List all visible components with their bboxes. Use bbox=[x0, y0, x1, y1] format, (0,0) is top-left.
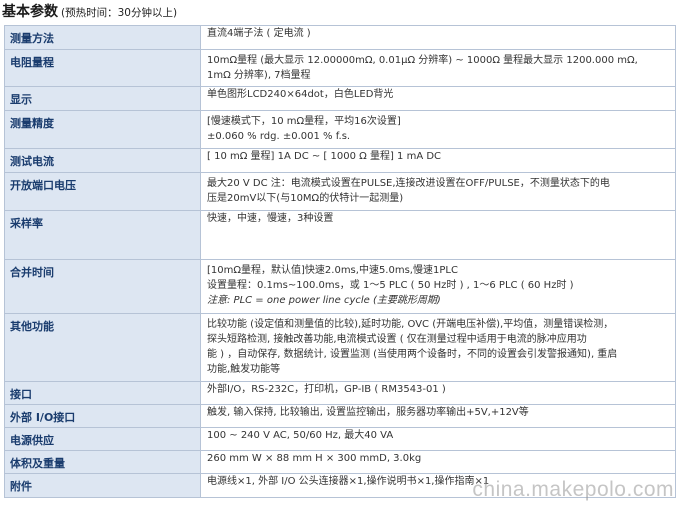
table-row: 测量精度 [慢速模式下，10 mΩ量程，平均16次设置] ±0.060 % rdg… bbox=[4, 110, 676, 149]
section-heading: 基本参数 (预热时间：30分钟以上) bbox=[2, 1, 177, 23]
spec-table: 测量方法 直流4端子法 ( 定电流 ) 电阻量程 10mΩ量程 (最大显示 12… bbox=[4, 25, 676, 498]
table-row: 显示 单色图形LCD240×64dot，白色LED背光 bbox=[4, 86, 676, 111]
section-title: 基本参数 bbox=[2, 4, 58, 20]
row-label: 体积及重量 bbox=[4, 450, 201, 474]
row-value: 触发, 输入保持, 比较输出, 设置监控输出，服务器功率输出+5V,+12V等 bbox=[200, 404, 676, 428]
table-row: 电阻量程 10mΩ量程 (最大显示 12.00000mΩ, 0.01μΩ 分辨率… bbox=[4, 49, 676, 87]
watermark: china.makepolo.com bbox=[472, 478, 674, 501]
table-row: 外部 I/O接口 触发, 输入保持, 比较输出, 设置监控输出，服务器功率输出+… bbox=[4, 404, 676, 428]
value-note: 注意: PLC = one power line cycle (主要跳形周期) bbox=[207, 295, 441, 306]
value-line: [慢速模式下，10 mΩ量程，平均16次设置] bbox=[207, 116, 401, 127]
row-label: 电阻量程 bbox=[4, 49, 201, 87]
value-line: 比较功能 (设定值和测量值的比较),延时功能, OVC (开端电压补偿),平均值… bbox=[207, 319, 614, 330]
value-line: 设置量程：0.1ms~100.0ms，或 1～5 PLC ( 50 Hz时 ) … bbox=[207, 280, 574, 291]
value-line: 功能,触发功能等 bbox=[207, 364, 281, 375]
table-row: 合并时间 [10mΩ量程，默认值]快速2.0ms,中速5.0ms,慢速1PLC 设… bbox=[4, 259, 676, 314]
value-line: 直流4端子法 ( 定电流 ) bbox=[207, 28, 311, 39]
value-line: 10mΩ量程 (最大显示 12.00000mΩ, 0.01μΩ 分辨率) ~ 1… bbox=[207, 55, 638, 66]
row-label: 测量方法 bbox=[4, 25, 201, 50]
row-label: 开放端口电压 bbox=[4, 172, 201, 211]
table-row: 测量方法 直流4端子法 ( 定电流 ) bbox=[4, 25, 676, 50]
row-label: 其他功能 bbox=[4, 313, 201, 382]
table-row: 电源供应 100 ~ 240 V AC, 50/60 Hz, 最大40 VA bbox=[4, 427, 676, 451]
row-label: 测试电流 bbox=[4, 148, 201, 173]
table-row: 接口 外部I/O，RS-232C，打印机，GP-IB ( RM3543-01 ) bbox=[4, 381, 676, 405]
row-value: 最大20 V DC 注：电流模式设置在PULSE,连接改进设置在OFF/PULS… bbox=[200, 172, 676, 211]
row-value: 100 ~ 240 V AC, 50/60 Hz, 最大40 VA bbox=[200, 427, 676, 451]
row-value: [10mΩ量程，默认值]快速2.0ms,中速5.0ms,慢速1PLC 设置量程：0… bbox=[200, 259, 676, 314]
row-value: 260 mm W × 88 mm H × 300 mmD, 3.0kg bbox=[200, 450, 676, 474]
row-value: [慢速模式下，10 mΩ量程，平均16次设置] ±0.060 % rdg. ±0.… bbox=[200, 110, 676, 149]
row-value: 外部I/O，RS-232C，打印机，GP-IB ( RM3543-01 ) bbox=[200, 381, 676, 405]
value-line: 260 mm W × 88 mm H × 300 mmD, 3.0kg bbox=[207, 453, 422, 464]
value-line: 100 ~ 240 V AC, 50/60 Hz, 最大40 VA bbox=[207, 430, 394, 441]
table-row: 采样率 快速，中速，慢速，3种设置 bbox=[4, 210, 676, 260]
value-line: 1mΩ 分辨率), 7档量程 bbox=[207, 70, 311, 81]
value-line: 能 ) ，自动保存, 数据统计, 设置监测 (当使用两个设备时，不同的设置会引发… bbox=[207, 349, 618, 360]
row-value: 单色图形LCD240×64dot，白色LED背光 bbox=[200, 86, 676, 111]
row-value: 快速，中速，慢速，3种设置 bbox=[200, 210, 676, 260]
value-line: 快速，中速，慢速，3种设置 bbox=[207, 213, 334, 224]
value-line: 最大20 V DC 注：电流模式设置在PULSE,连接改进设置在OFF/PULS… bbox=[207, 178, 610, 189]
table-row: 测试电流 [ 10 mΩ 量程] 1A DC ~ [ 1000 Ω 量程] 1 … bbox=[4, 148, 676, 173]
row-label: 显示 bbox=[4, 86, 201, 111]
value-line: [10mΩ量程，默认值]快速2.0ms,中速5.0ms,慢速1PLC bbox=[207, 265, 458, 276]
row-value: 10mΩ量程 (最大显示 12.00000mΩ, 0.01μΩ 分辨率) ~ 1… bbox=[200, 49, 676, 87]
row-label: 外部 I/O接口 bbox=[4, 404, 201, 428]
value-line: 压是20mV以下(与10MΩ的伏特计一起测量) bbox=[207, 193, 404, 204]
row-value: 比较功能 (设定值和测量值的比较),延时功能, OVC (开端电压补偿),平均值… bbox=[200, 313, 676, 382]
value-line: 触发, 输入保持, 比较输出, 设置监控输出，服务器功率输出+5V,+12V等 bbox=[207, 407, 529, 418]
table-row: 开放端口电压 最大20 V DC 注：电流模式设置在PULSE,连接改进设置在O… bbox=[4, 172, 676, 211]
section-subtitle: (预热时间：30分钟以上) bbox=[61, 7, 178, 19]
table-row: 体积及重量 260 mm W × 88 mm H × 300 mmD, 3.0k… bbox=[4, 450, 676, 474]
row-value: [ 10 mΩ 量程] 1A DC ~ [ 1000 Ω 量程] 1 mA DC bbox=[200, 148, 676, 173]
value-line: 探头短路检测, 接触改善功能,电流模式设置 ( 仅在测量过程中适用于电流的脉冲应… bbox=[207, 334, 587, 345]
value-line: ±0.060 % rdg. ±0.001 % f.s. bbox=[207, 131, 351, 142]
table-row: 其他功能 比较功能 (设定值和测量值的比较),延时功能, OVC (开端电压补偿… bbox=[4, 313, 676, 382]
value-line: [ 10 mΩ 量程] 1A DC ~ [ 1000 Ω 量程] 1 mA DC bbox=[207, 151, 442, 162]
row-label: 合并时间 bbox=[4, 259, 201, 314]
row-value: 直流4端子法 ( 定电流 ) bbox=[200, 25, 676, 50]
row-label: 接口 bbox=[4, 381, 201, 405]
row-label: 电源供应 bbox=[4, 427, 201, 451]
row-label: 测量精度 bbox=[4, 110, 201, 149]
value-line: 外部I/O，RS-232C，打印机，GP-IB ( RM3543-01 ) bbox=[207, 384, 446, 395]
row-label: 采样率 bbox=[4, 210, 201, 260]
row-label: 附件 bbox=[4, 473, 201, 498]
value-line: 单色图形LCD240×64dot，白色LED背光 bbox=[207, 89, 394, 100]
